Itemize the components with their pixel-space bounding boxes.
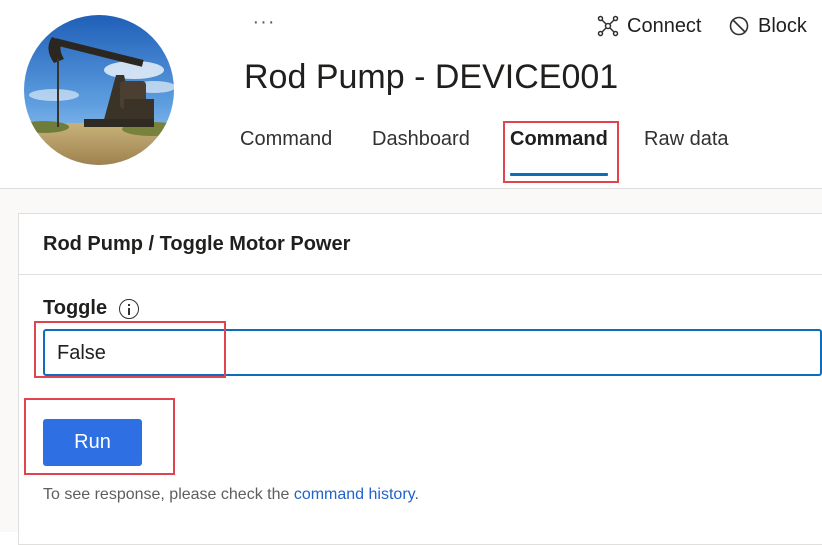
more-options-button[interactable]: ··· <box>250 12 278 38</box>
toggle-field-label: Toggle <box>43 297 140 320</box>
block-label: Block <box>758 14 807 37</box>
command-history-link[interactable]: command history <box>294 486 415 503</box>
panel-divider <box>19 274 822 275</box>
tab-dashboard[interactable]: Dashboard <box>372 128 470 166</box>
run-button[interactable]: Run <box>43 419 142 466</box>
connect-label: Connect <box>627 14 702 37</box>
tab-label: Command <box>240 128 333 150</box>
page-title: Rod Pump - DEVICE001 <box>244 58 619 96</box>
device-image <box>24 15 174 165</box>
helper-text: To see response, please check the comman… <box>43 486 419 504</box>
toggle-select[interactable]: False <box>43 329 822 376</box>
helper-text-prefix: To see response, please check the <box>43 486 294 503</box>
tab-command-first[interactable]: Command <box>240 128 332 166</box>
device-header: ··· Connect Block Rod Pump - DEVICE001 C… <box>0 0 822 189</box>
oil-pump-photo-icon <box>24 15 174 165</box>
tab-raw-data[interactable]: Raw data <box>644 128 729 166</box>
info-icon[interactable] <box>119 298 140 319</box>
connect-icon <box>597 15 619 37</box>
tab-label: Command <box>510 128 608 150</box>
block-icon <box>729 16 749 36</box>
command-panel-title: Rod Pump / Toggle Motor Power <box>43 233 351 255</box>
toggle-label-text: Toggle <box>43 297 108 319</box>
tab-label: Dashboard <box>372 128 470 150</box>
helper-text-suffix: . <box>414 486 419 503</box>
tab-label: Raw data <box>644 128 729 150</box>
active-tab-indicator <box>510 173 608 176</box>
tab-command-active[interactable]: Command <box>510 128 608 176</box>
block-button[interactable]: Block <box>728 13 807 39</box>
connect-button[interactable]: Connect <box>597 13 702 39</box>
toggle-select-value: False <box>57 342 106 364</box>
